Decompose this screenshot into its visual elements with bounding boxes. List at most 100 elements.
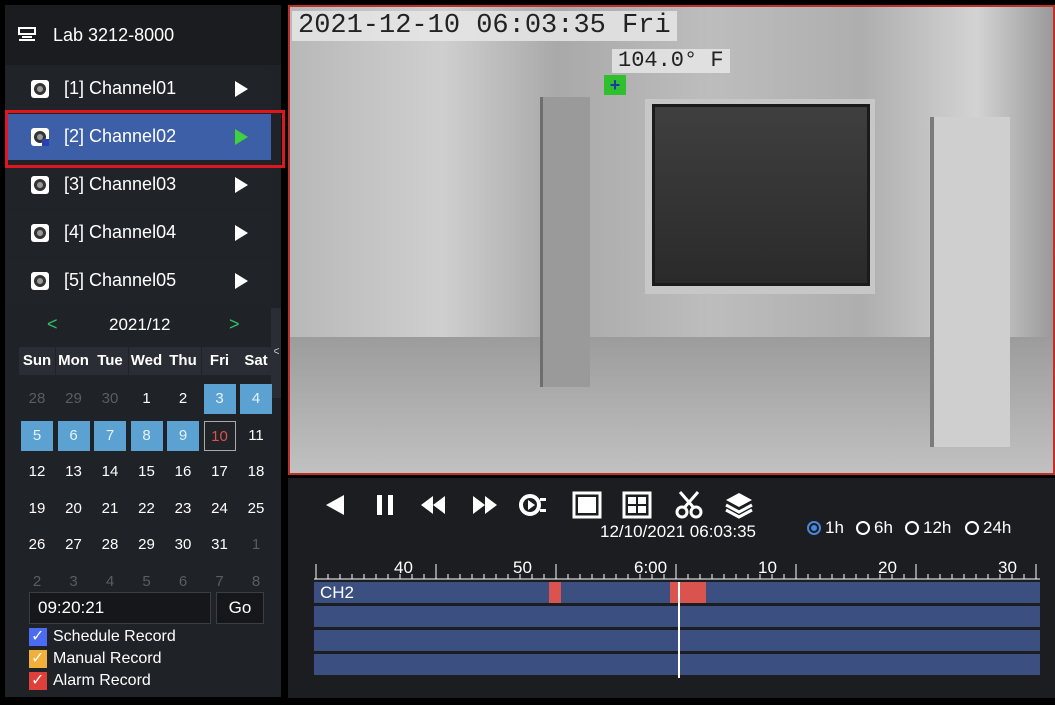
calendar-day[interactable]: 11	[240, 421, 272, 451]
ruler-label: 6:00	[634, 558, 668, 577]
ruler-label: 40	[394, 558, 413, 577]
radio-icon[interactable]	[965, 521, 979, 535]
channel-label: [4] Channel04	[64, 222, 177, 242]
play-icon[interactable]	[235, 177, 248, 193]
calendar-day[interactable]: 19	[21, 494, 53, 524]
channel-item-4[interactable]: [4] Channel04	[5, 210, 271, 256]
calendar-day[interactable]: 8	[130, 420, 163, 451]
calendar-day[interactable]: 13	[58, 457, 90, 487]
radio-icon[interactable]	[856, 521, 870, 535]
range-6h[interactable]: 6h	[856, 518, 893, 538]
month-navigator: < 2021/12 >	[5, 312, 271, 338]
calendar-day[interactable]: 18	[240, 457, 272, 487]
channel-item-3[interactable]: [3] Channel03	[5, 162, 271, 208]
layers-icon[interactable]	[724, 490, 754, 520]
calendar-day[interactable]: 15	[131, 457, 163, 487]
ruler-label: 20	[878, 558, 897, 577]
reverse-play-icon[interactable]	[320, 490, 350, 520]
track-ch2[interactable]: CH2	[314, 582, 1040, 603]
calendar-day[interactable]: 4	[240, 384, 272, 414]
weekday-header: Fri	[201, 347, 238, 375]
weekday-header: Mon	[55, 347, 92, 375]
legend-schedule-record: Schedule Record	[29, 626, 176, 647]
calendar-day[interactable]: 1	[240, 530, 272, 560]
calendar-day[interactable]: 28	[21, 384, 53, 414]
video-viewport[interactable]: 2021-12-10 06:03:35 Fri 104.0° F +	[288, 5, 1055, 475]
play-icon[interactable]	[235, 273, 248, 289]
radio-icon[interactable]	[807, 521, 821, 535]
calendar-day[interactable]: 28	[94, 530, 126, 560]
track-empty[interactable]	[314, 630, 1040, 651]
weekday-header: Thu	[165, 347, 201, 375]
alarm-segment[interactable]	[549, 582, 561, 603]
prev-month-button[interactable]: <	[47, 314, 58, 335]
calendar-day[interactable]: 16	[167, 457, 199, 487]
channel-label: [3] Channel03	[64, 174, 177, 194]
pause-icon[interactable]	[370, 490, 400, 520]
playhead[interactable]	[678, 582, 680, 678]
calendar-day[interactable]: 10	[203, 420, 236, 451]
checkbox-icon[interactable]	[29, 670, 47, 690]
timeline-tracks[interactable]: CH2	[314, 582, 1040, 678]
calendar-day[interactable]: 29	[131, 530, 163, 560]
calendar-day[interactable]: 24	[204, 494, 236, 524]
play-icon[interactable]	[235, 81, 248, 97]
sync-play-icon[interactable]	[518, 490, 548, 520]
play-icon[interactable]	[235, 129, 248, 145]
track-name: CH2	[320, 583, 355, 602]
calendar-day[interactable]: 20	[58, 494, 90, 524]
alarm-segment[interactable]	[670, 582, 706, 603]
calendar-day[interactable]: 27	[58, 530, 90, 560]
calendar-day[interactable]: 2	[167, 384, 199, 414]
channel-item-2[interactable]: [2] Channel02	[5, 114, 271, 160]
range-24h[interactable]: 24h	[965, 518, 1011, 538]
calendar-day[interactable]: 26	[21, 530, 53, 560]
calendar-day[interactable]: 5	[21, 420, 53, 451]
calendar-day[interactable]: 30	[94, 384, 126, 414]
legend-label: Manual Record	[53, 650, 162, 667]
calendar-day[interactable]: 1	[131, 384, 163, 414]
fast-forward-icon[interactable]	[470, 490, 500, 520]
range-1h[interactable]: 1h	[807, 518, 844, 538]
osd-temperature: 104.0° F	[612, 49, 730, 73]
calendar-day[interactable]: 29	[58, 384, 90, 414]
calendar-day[interactable]: 23	[167, 494, 199, 524]
range-label: 24h	[983, 518, 1012, 537]
scissors-icon[interactable]	[674, 490, 704, 520]
calendar-day[interactable]: 3	[203, 384, 236, 414]
timeline-ruler[interactable]: 40 50 6:00 10 20 30	[314, 558, 1040, 580]
single-screen-icon[interactable]	[572, 490, 602, 520]
channel-label: [5] Channel05	[64, 270, 177, 290]
track-empty[interactable]	[314, 606, 1040, 627]
calendar-day[interactable]: 22	[131, 494, 163, 524]
weekday-header: Sat	[238, 347, 274, 375]
multi-screen-icon[interactable]	[622, 490, 652, 520]
calendar-day[interactable]: 14	[94, 457, 126, 487]
rewind-icon[interactable]	[418, 490, 448, 520]
scene-door-left	[540, 97, 590, 387]
device-header[interactable]: Lab 3212-8000	[5, 5, 281, 65]
calendar-day[interactable]: 7	[94, 420, 126, 451]
calendar-day[interactable]: 6	[57, 420, 90, 451]
calendar-day[interactable]: 30	[167, 530, 199, 560]
track-empty[interactable]	[314, 654, 1040, 675]
go-button[interactable]: Go	[216, 592, 264, 624]
next-month-button[interactable]: >	[229, 314, 240, 335]
channel-item-1[interactable]: [1] Channel01	[5, 66, 271, 112]
channel-item-5[interactable]: [5] Channel05	[5, 258, 271, 304]
channel-label: [2] Channel02	[64, 126, 177, 146]
calendar-day[interactable]: 31	[204, 530, 236, 560]
checkbox-icon[interactable]	[29, 648, 47, 668]
calendar-day[interactable]: 12	[21, 457, 53, 487]
play-icon[interactable]	[235, 225, 248, 241]
calendar-day[interactable]: 21	[94, 494, 126, 524]
playback-controls: 12/10/2021 06:03:35 1h 6h 12h 24h 40 50 …	[288, 478, 1055, 698]
calendar-day[interactable]: 17	[204, 457, 236, 487]
range-12h[interactable]: 12h	[905, 518, 951, 538]
time-jump-input[interactable]	[29, 592, 211, 624]
calendar-day[interactable]: 9	[167, 420, 199, 451]
ruler-ticks	[314, 564, 1040, 580]
calendar-day[interactable]: 25	[240, 494, 272, 524]
radio-icon[interactable]	[905, 521, 919, 535]
checkbox-icon[interactable]	[29, 626, 47, 646]
